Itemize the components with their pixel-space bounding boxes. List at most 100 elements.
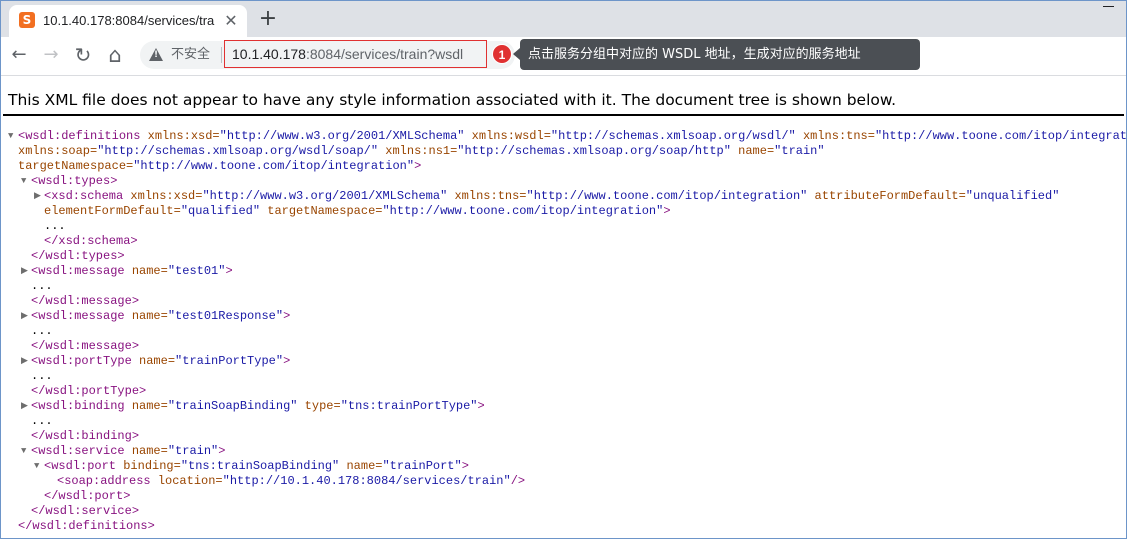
xml-attr-name: type= <box>297 399 341 413</box>
xml-line: ▶ <xsd:schema xmlns:xsd="http://www.w3.or… <box>1 189 1127 204</box>
xml-attr-name: xmlns:tns= <box>447 189 527 203</box>
xml-tag-close: > <box>225 264 233 278</box>
xml-tag-close: > <box>218 444 226 458</box>
xml-line: ▼ <wsdl:service name="train"> <box>1 444 1127 459</box>
xml-tag: </wsdl:types> <box>31 249 125 263</box>
xml-attr-value: "http://www.toone.com/itop/integration" <box>874 129 1127 143</box>
expand-arrow-icon[interactable]: ▶ <box>21 309 31 324</box>
xml-attr-name: elementFormDefault= <box>44 204 181 218</box>
collapse-arrow-icon[interactable]: ▼ <box>21 174 31 189</box>
collapse-arrow-icon[interactable]: ▼ <box>21 444 31 459</box>
xml-attr-name: name= <box>124 399 168 413</box>
home-icon[interactable]: ⌂ <box>103 43 127 67</box>
browser-tab-active[interactable]: S 10.1.40.178:8084/services/train ✕ <box>9 5 247 37</box>
xml-attr-value: "http://www.toone.com/itop/integration" <box>382 204 664 218</box>
warning-triangle-icon[interactable] <box>149 48 163 61</box>
service-address-location: "http://10.1.40.178:8084/services/train" <box>222 474 511 488</box>
new-tab-plus-icon[interactable]: + <box>257 8 279 30</box>
xml-tag: </wsdl:message> <box>31 339 140 353</box>
xml-style-notice: This XML file does not appear to have an… <box>8 91 897 109</box>
url-path: :8084/services/train?wsdl <box>305 46 464 62</box>
url-highlight-box[interactable]: 10.1.40.178:8084/services/train?wsdl <box>224 40 487 68</box>
xml-attr-name: name= <box>131 354 176 368</box>
xml-attr-value: "test01" <box>167 264 226 278</box>
xml-tag-close: > <box>283 354 291 368</box>
xml-tag: <wsdl:port <box>44 459 117 473</box>
expand-arrow-icon[interactable]: ▶ <box>21 264 31 279</box>
callout-number-badge: 1 <box>492 44 512 64</box>
xml-attr-name: xmlns:soap= <box>18 144 98 158</box>
xml-tag-close: > <box>414 159 422 173</box>
xml-attr-value: "http://schemas.xmlsoap.org/soap/http" <box>457 144 731 158</box>
xml-attr-value: "http://schemas.xmlsoap.org/wsdl/" <box>550 129 796 143</box>
xml-attr-value: "trainPortType" <box>175 354 284 368</box>
xml-attr-name: xmlns:wsdl= <box>464 129 551 143</box>
xml-tag: <soap:address <box>57 474 151 488</box>
xml-tag: </wsdl:service> <box>31 504 140 518</box>
xml-attr-name: targetNamespace= <box>18 159 134 173</box>
security-status-label[interactable]: 不安全 <box>171 46 210 64</box>
reload-icon[interactable]: ↻ <box>71 43 95 67</box>
xml-attr-value: "http://www.toone.com/itop/integration" <box>133 159 415 173</box>
xml-collapsed-ellipsis: ... <box>31 369 53 383</box>
xml-attr-name: xmlns:tns= <box>795 129 875 143</box>
xml-tag: <wsdl:binding <box>31 399 125 413</box>
xml-tag: <wsdl:portType <box>31 354 132 368</box>
back-arrow-icon[interactable]: ← <box>7 43 31 67</box>
xml-attr-value: "train" <box>774 144 825 158</box>
xml-tag: </wsdl:binding> <box>31 429 140 443</box>
expand-arrow-icon[interactable]: ▶ <box>21 399 31 414</box>
close-tab-icon[interactable]: ✕ <box>223 13 239 29</box>
xml-tag: <xsd:schema <box>44 189 124 203</box>
xml-tag: </wsdl:portType> <box>31 384 147 398</box>
xml-attr-value: "trainPort" <box>382 459 462 473</box>
window-minimize-icon[interactable] <box>1097 2 1121 12</box>
xml-line: ▶ <wsdl:message name="test01Response"> <box>1 309 1127 324</box>
xml-tag: <wsdl:definitions <box>18 129 141 143</box>
xml-tag: </wsdl:port> <box>44 489 131 503</box>
xml-tag-close: > <box>283 309 291 323</box>
xml-attr-value: "tns:trainSoapBinding" <box>180 459 340 473</box>
xml-line: </wsdl:port> <box>1 489 1127 504</box>
xml-tag: <wsdl:service <box>31 444 125 458</box>
xml-attr-name: name= <box>339 459 383 473</box>
xml-tag-close: > <box>477 399 485 413</box>
collapse-arrow-icon[interactable]: ▼ <box>34 459 44 474</box>
callout-tooltip: 点击服务分组中对应的 WSDL 地址，生成对应的服务地址 <box>513 39 920 70</box>
tab-title: 10.1.40.178:8084/services/train <box>43 13 215 28</box>
xml-attr-value: "http://www.w3.org/2001/XMLSchema" <box>219 129 465 143</box>
xml-tag: <wsdl:types> <box>31 174 118 188</box>
xml-line: </xsd:schema> <box>1 234 1127 249</box>
xml-line: ▶ <wsdl:portType name="trainPortType"> <box>1 354 1127 369</box>
xml-attr-value: "trainSoapBinding" <box>167 399 298 413</box>
xml-attr-value: "train" <box>167 444 219 458</box>
xml-collapsed-ellipsis: ... <box>31 414 53 428</box>
xml-tag: </wsdl:message> <box>31 294 140 308</box>
url-text[interactable]: 10.1.40.178:8084/services/train?wsdl <box>232 45 463 63</box>
xml-line: </wsdl:portType> <box>1 384 1127 399</box>
xml-line: elementFormDefault="qualified" targetNam… <box>1 204 1127 219</box>
xml-attr-value: "qualified" <box>180 204 261 218</box>
xml-attr-name: name= <box>124 444 168 458</box>
xml-line: </wsdl:definitions> <box>1 519 1127 534</box>
expand-arrow-icon[interactable]: ▶ <box>21 354 31 369</box>
xml-tag: <wsdl:message <box>31 264 125 278</box>
xml-attr-name: xmlns:xsd= <box>140 129 220 143</box>
xml-attr-value: "unqualified" <box>965 189 1060 203</box>
forward-arrow-icon[interactable]: → <box>39 43 63 67</box>
xml-tag-close: > <box>663 204 671 218</box>
collapse-arrow-icon[interactable]: ▼ <box>8 129 18 144</box>
site-favicon-icon: S <box>19 12 35 28</box>
xml-tag-close: > <box>461 459 469 473</box>
xml-attr-name: targetNamespace= <box>260 204 383 218</box>
xml-attr-name: xmlns:ns1= <box>378 144 458 158</box>
xml-line: </wsdl:types> <box>1 249 1127 264</box>
xml-collapsed-ellipsis: ... <box>31 324 53 338</box>
xml-line: ▶ <wsdl:message name="test01"> <box>1 264 1127 279</box>
expand-arrow-icon[interactable]: ▶ <box>34 189 44 204</box>
xml-line: ▼ <wsdl:definitions xmlns:xsd="http://www… <box>1 129 1127 144</box>
xml-attr-name: attributeFormDefault= <box>807 189 966 203</box>
xml-line: xmlns:soap="http://schemas.xmlsoap.org/w… <box>1 144 1127 159</box>
toolbar-divider <box>1 75 1126 76</box>
xml-line: ▼ <wsdl:port binding="tns:trainSoapBindin… <box>1 459 1127 474</box>
